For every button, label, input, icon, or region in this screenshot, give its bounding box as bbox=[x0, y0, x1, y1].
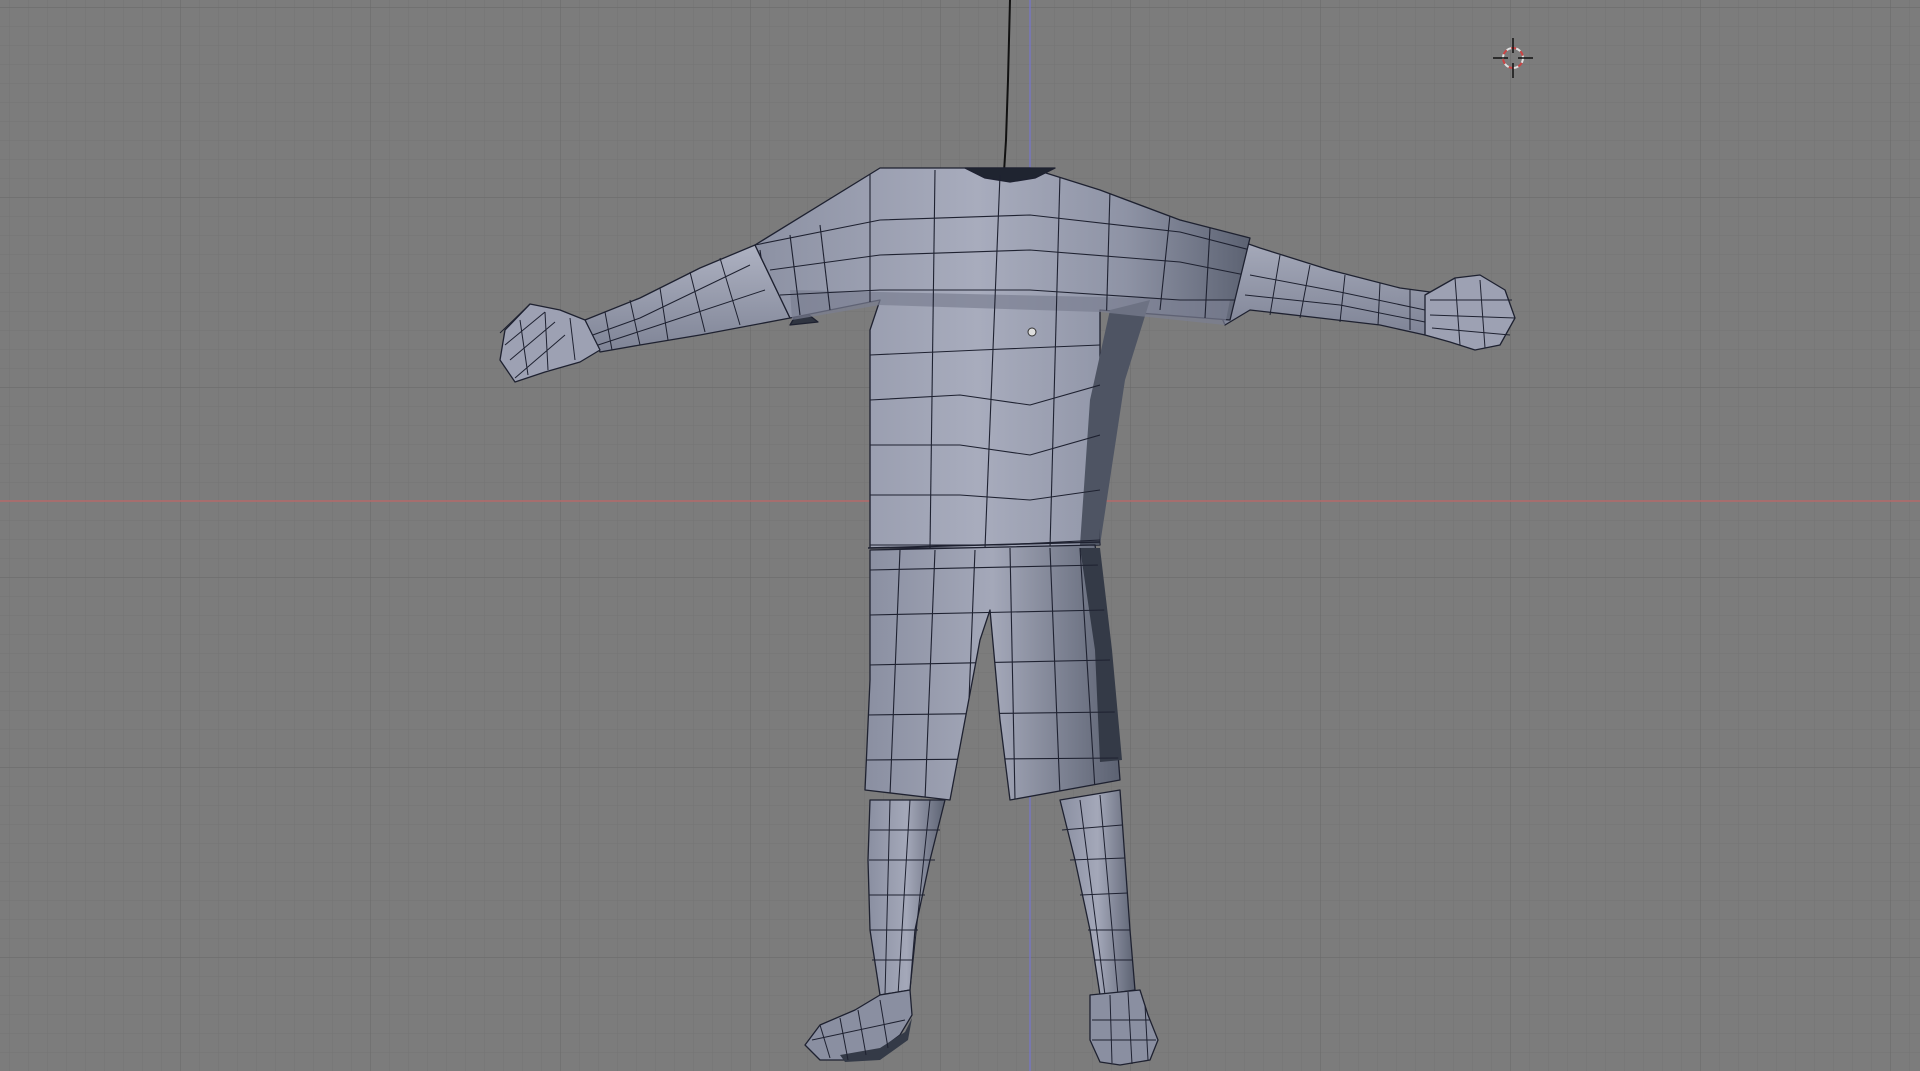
3d-viewport[interactable] bbox=[0, 0, 1920, 1071]
object-origin-dot bbox=[1027, 327, 1037, 337]
viewport-canvas[interactable] bbox=[0, 0, 1920, 1071]
